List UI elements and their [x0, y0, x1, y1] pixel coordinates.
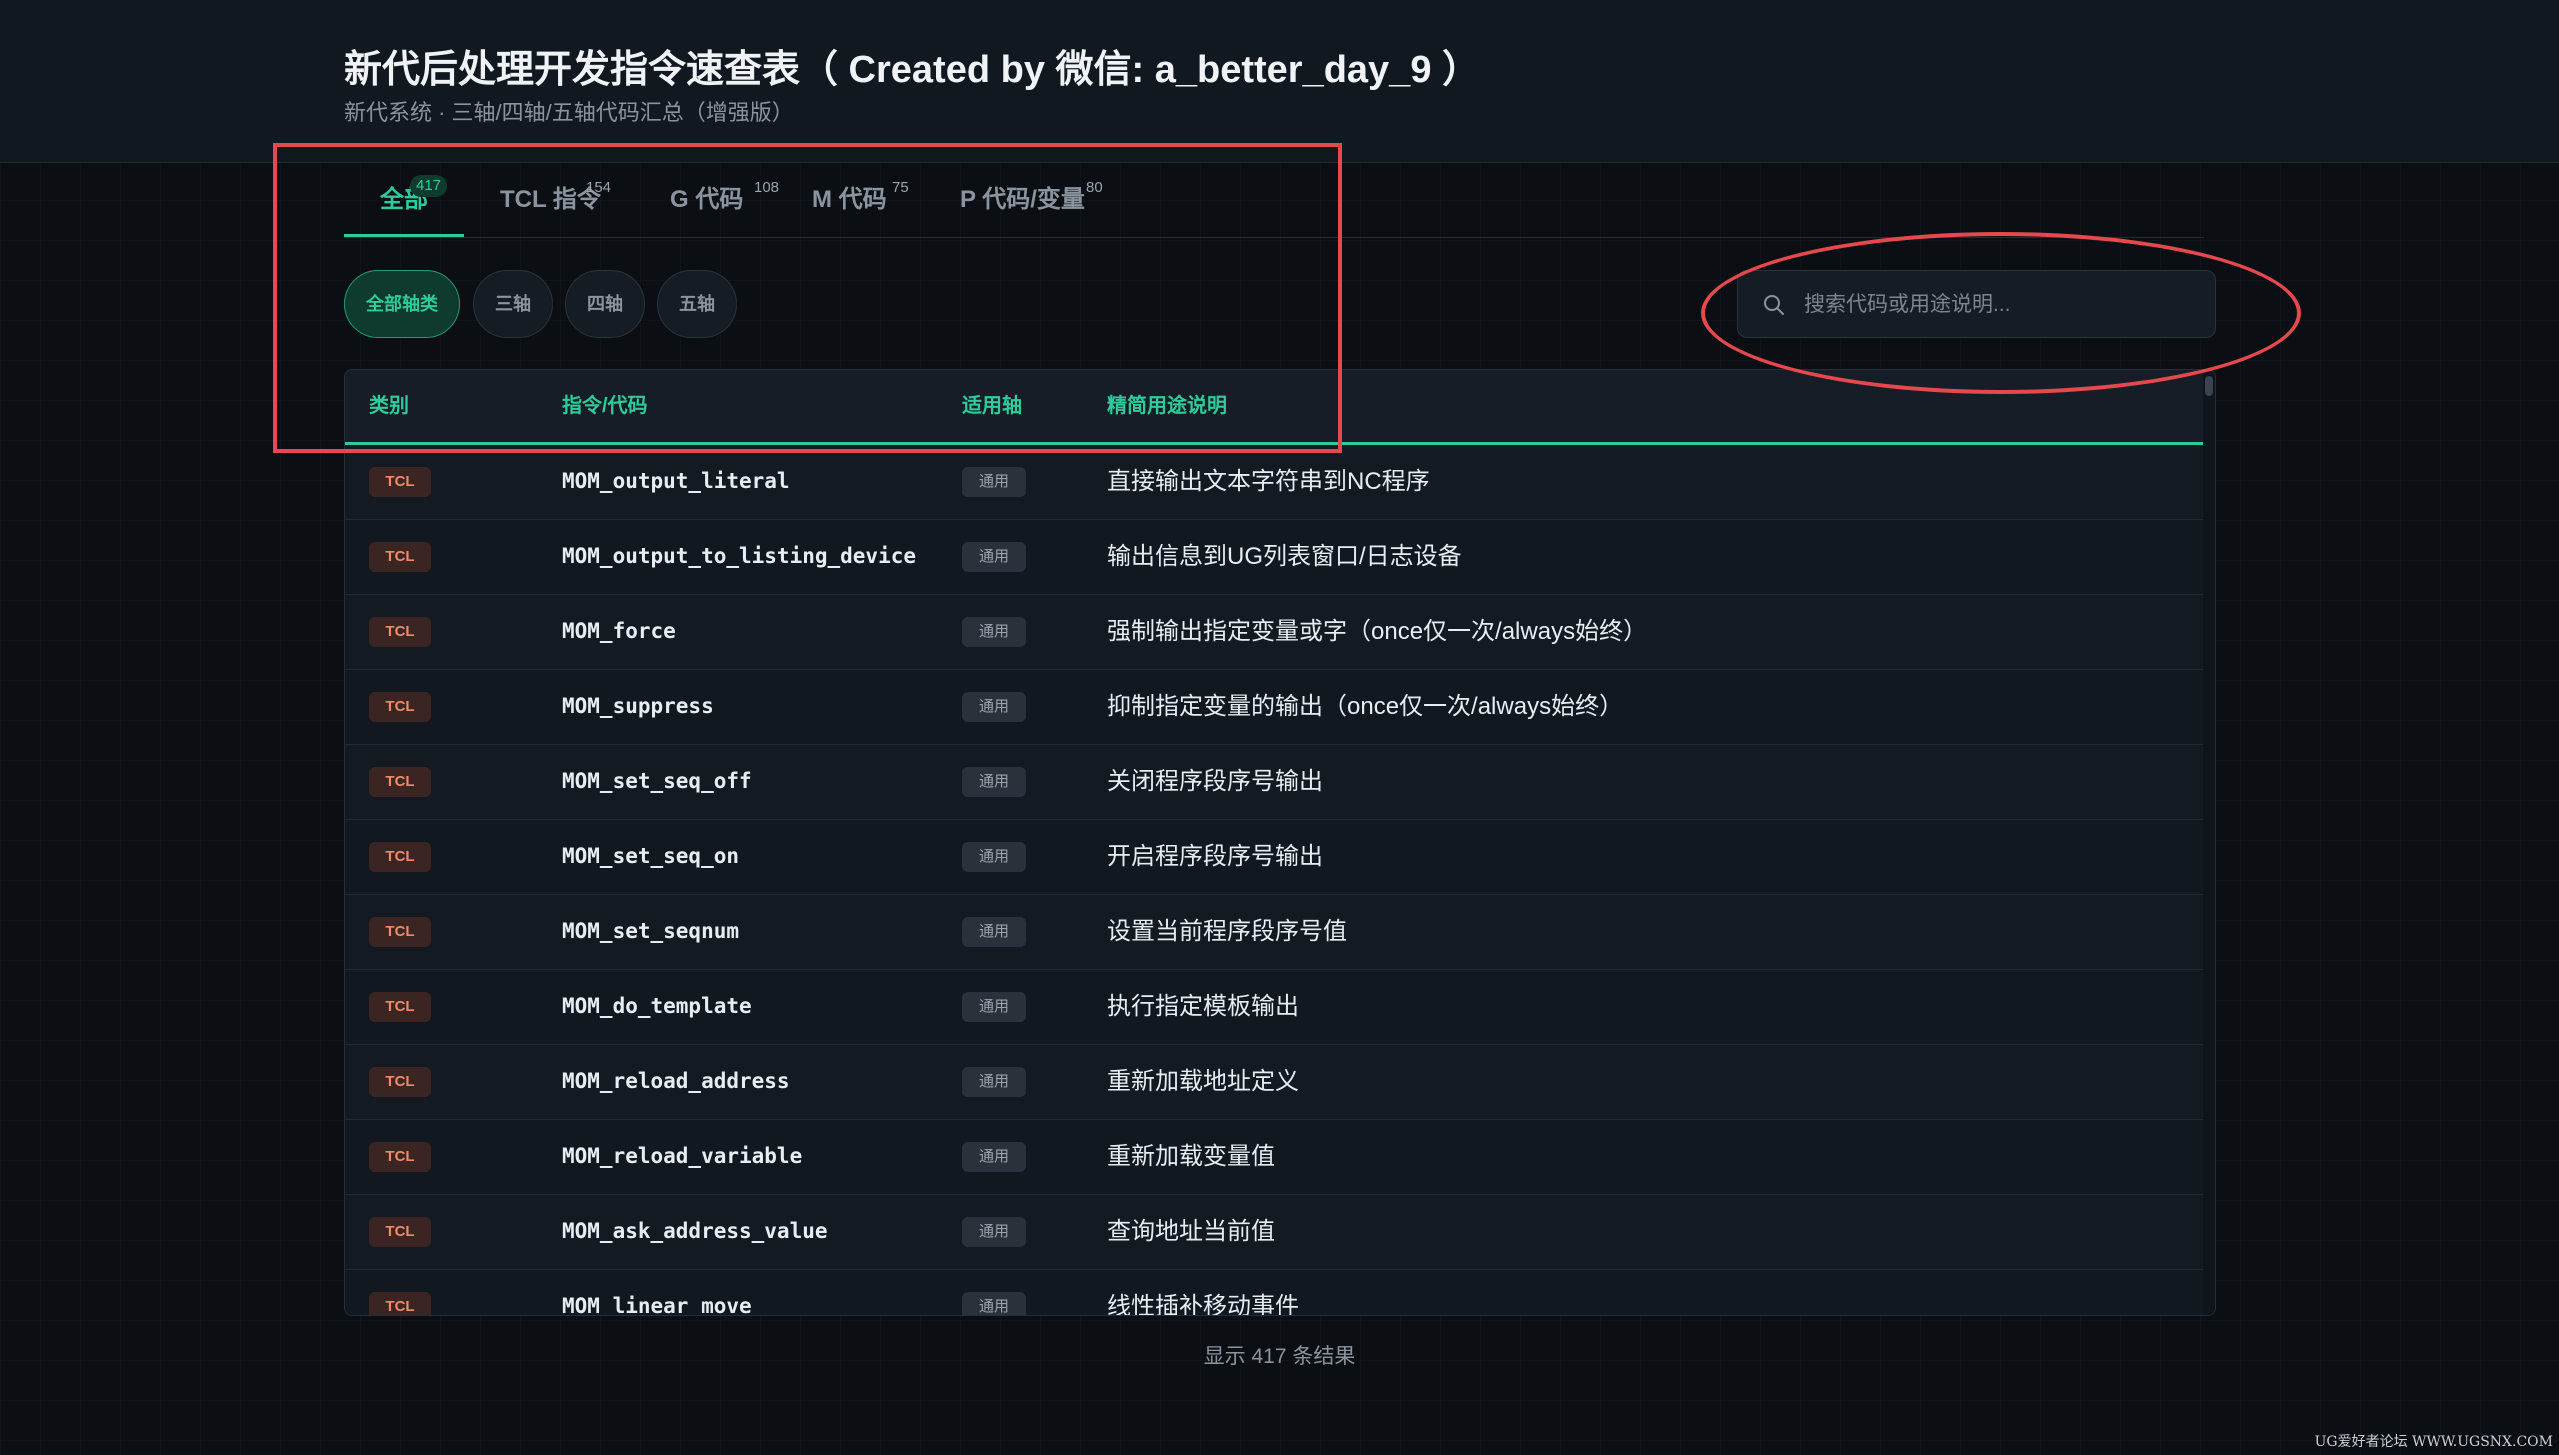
category-badge: TCL — [369, 767, 431, 797]
table-row[interactable]: TCL MOM_force 通用 强制输出指定变量或字（once仅一次/alwa… — [345, 595, 2205, 670]
axis-badge: 通用 — [962, 1292, 1026, 1315]
category-badge: TCL — [369, 1292, 431, 1315]
command-description: 输出信息到UG列表窗口/日志设备 — [1107, 543, 1462, 570]
command-code: MOM_output_literal — [562, 469, 790, 493]
category-badge: TCL — [369, 467, 431, 497]
table-row[interactable]: TCL MOM_do_template 通用 执行指定模板输出 — [345, 970, 2205, 1045]
axis-badge: 通用 — [962, 1217, 1026, 1247]
table-row[interactable]: TCL MOM_set_seq_on 通用 开启程序段序号输出 — [345, 820, 2205, 895]
command-code: MOM_reload_variable — [562, 1144, 803, 1168]
command-description: 设置当前程序段序号值 — [1107, 918, 1347, 945]
command-code: MOM_linear_move — [562, 1294, 752, 1316]
category-badge: TCL — [369, 917, 431, 947]
command-description: 重新加载变量值 — [1107, 1143, 1275, 1170]
axis-badge: 通用 — [962, 1067, 1026, 1097]
table-row[interactable]: TCL MOM_set_seq_off 通用 关闭程序段序号输出 — [345, 745, 2205, 820]
table-row[interactable]: TCL MOM_reload_address 通用 重新加载地址定义 — [345, 1045, 2205, 1120]
table-row[interactable]: TCL MOM_suppress 通用 抑制指定变量的输出（once仅一次/al… — [345, 670, 2205, 745]
command-table: 类别 指令/代码 适用轴 精简用途说明 TCL MOM_output_liter… — [344, 369, 2216, 1316]
table-body: TCL MOM_output_literal 通用 直接输出文本字符串到NC程序… — [345, 445, 2205, 1316]
category-badge: TCL — [369, 1142, 431, 1172]
command-description: 关闭程序段序号输出 — [1107, 768, 1323, 795]
command-description: 重新加载地址定义 — [1107, 1068, 1299, 1095]
command-code: MOM_suppress — [562, 694, 714, 718]
command-description: 查询地址当前值 — [1107, 1218, 1275, 1245]
command-code: MOM_reload_address — [562, 1069, 790, 1093]
axis-badge: 通用 — [962, 617, 1026, 647]
command-code: MOM_set_seq_off — [562, 769, 752, 793]
table-scrollbar[interactable] — [2203, 370, 2215, 1315]
page-header: 新代后处理开发指令速查表（ Created by 微信: a_better_da… — [0, 0, 2559, 163]
category-badge: TCL — [369, 1067, 431, 1097]
axis-badge: 通用 — [962, 917, 1026, 947]
table-row[interactable]: TCL MOM_linear_move 通用 线性插补移动事件 — [345, 1270, 2205, 1316]
command-description: 强制输出指定变量或字（once仅一次/always始终） — [1107, 618, 1648, 645]
category-badge: TCL — [369, 542, 431, 572]
command-description: 抑制指定变量的输出（once仅一次/always始终） — [1107, 693, 1624, 720]
command-code: MOM_set_seqnum — [562, 919, 740, 943]
table-row[interactable]: TCL MOM_output_to_listing_device 通用 输出信息… — [345, 520, 2205, 595]
forum-watermark: UG爱好者论坛 WWW.UGSNX.COM — [2314, 1434, 2553, 1450]
command-description: 直接输出文本字符串到NC程序 — [1107, 468, 1430, 495]
table-row[interactable]: TCL MOM_output_literal 通用 直接输出文本字符串到NC程序 — [345, 445, 2205, 520]
command-code: MOM_set_seq_on — [562, 844, 740, 868]
command-code: MOM_ask_address_value — [562, 1219, 828, 1243]
command-code: MOM_output_to_listing_device — [562, 544, 917, 568]
command-code: MOM_do_template — [562, 994, 752, 1018]
table-row[interactable]: TCL MOM_set_seqnum 通用 设置当前程序段序号值 — [345, 895, 2205, 970]
table-row[interactable]: TCL MOM_ask_address_value 通用 查询地址当前值 — [345, 1195, 2205, 1270]
category-badge: TCL — [369, 1217, 431, 1247]
axis-badge: 通用 — [962, 692, 1026, 722]
result-count: 显示 417 条结果 — [1203, 1345, 1356, 1368]
command-description: 线性插补移动事件 — [1107, 1293, 1299, 1316]
axis-badge: 通用 — [962, 842, 1026, 872]
table-row[interactable]: TCL MOM_reload_variable 通用 重新加载变量值 — [345, 1120, 2205, 1195]
page-title: 新代后处理开发指令速查表（ Created by 微信: a_better_da… — [344, 49, 1481, 91]
page-subtitle: 新代系统 · 三轴/四轴/五轴代码汇总（增强版） — [344, 100, 794, 125]
category-badge: TCL — [369, 842, 431, 872]
annotation-highlight-rectangle — [273, 143, 1342, 453]
scrollbar-thumb[interactable] — [2205, 376, 2213, 396]
annotation-highlight-ellipse — [1701, 232, 2301, 394]
axis-badge: 通用 — [962, 992, 1026, 1022]
category-badge: TCL — [369, 992, 431, 1022]
axis-badge: 通用 — [962, 767, 1026, 797]
axis-badge: 通用 — [962, 1142, 1026, 1172]
category-badge: TCL — [369, 617, 431, 647]
command-code: MOM_force — [562, 619, 676, 643]
axis-badge: 通用 — [962, 467, 1026, 497]
axis-badge: 通用 — [962, 542, 1026, 572]
command-description: 执行指定模板输出 — [1107, 993, 1299, 1020]
category-badge: TCL — [369, 692, 431, 722]
command-description: 开启程序段序号输出 — [1107, 843, 1323, 870]
